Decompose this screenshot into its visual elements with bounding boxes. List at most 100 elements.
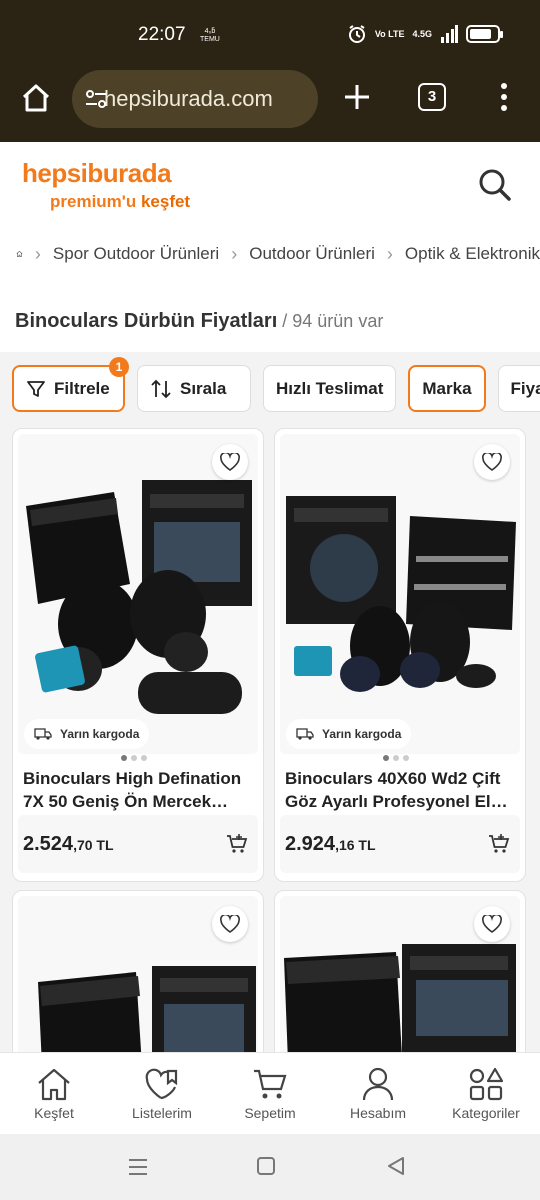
bottom-navigation: Keşfet Listelerim Sepetim Hesabım Katego…: [0, 1052, 540, 1134]
delivery-badge: Yarın kargoda: [24, 719, 150, 749]
price-chip[interactable]: Fiyat: [497, 365, 540, 412]
product-card[interactable]: Yarın kargoda Binoculars High Defination…: [12, 428, 264, 882]
tab-switcher-button[interactable]: 3: [418, 83, 446, 111]
system-home-icon[interactable]: [256, 1156, 276, 1176]
recent-apps-icon[interactable]: [128, 1158, 148, 1176]
filter-button[interactable]: Filtrele 1: [12, 357, 129, 412]
filter-count-badge: 1: [109, 357, 129, 377]
price-label: Fiyat: [510, 378, 540, 398]
heart-icon: [220, 453, 240, 471]
favorite-button[interactable]: [212, 906, 248, 942]
cart-icon: [254, 1069, 287, 1099]
nav-kesfet[interactable]: Keşfet: [0, 1053, 108, 1134]
search-icon[interactable]: [478, 168, 512, 202]
status-bar: 22:07 4₀ƃ TEMU Vo LTE 4.5G: [0, 0, 540, 70]
product-name[interactable]: Binoculars 40X60 Wd2 Çift Göz Ayarlı Pro…: [285, 767, 519, 813]
add-to-cart-icon[interactable]: [226, 833, 248, 855]
page-title: Binoculars Dürbün Fiyatları / 94 ürün va…: [15, 310, 383, 333]
breadcrumb-item[interactable]: Optik & Elektronik: [405, 244, 540, 264]
product-image: Yarın kargoda: [18, 434, 258, 754]
temu-notification-icon: 4₀ƃ TEMU: [200, 28, 220, 44]
temu-icon-top: 4₀ƃ: [204, 28, 216, 35]
premium-tagline-orange: premium'u: [50, 192, 137, 211]
product-image: [18, 896, 258, 1066]
nav-label: Kategoriler: [452, 1105, 520, 1121]
heart-list-icon: [145, 1068, 178, 1100]
chevron-right-icon: ›: [231, 243, 238, 264]
url-text: hepsiburada.com: [104, 86, 273, 111]
binoculars-product-photo: [280, 434, 520, 754]
price-row: 2.524,70 TL: [18, 815, 258, 873]
product-count: / 94 ürün var: [277, 311, 384, 331]
page-title-text: Binoculars Dürbün Fiyatları: [15, 310, 278, 332]
temu-icon-text: TEMU: [200, 36, 220, 43]
nav-label: Listelerim: [132, 1105, 192, 1121]
add-to-cart-icon[interactable]: [488, 833, 510, 855]
truck-icon: [34, 727, 52, 741]
battery-fill: [470, 29, 491, 39]
product-image: [280, 896, 520, 1066]
nav-sepetim[interactable]: Sepetim: [216, 1053, 324, 1134]
nav-hesabim[interactable]: Hesabım: [324, 1053, 432, 1134]
delivery-text: Yarın kargoda: [322, 727, 402, 741]
heart-icon: [482, 453, 502, 471]
premium-link[interactable]: premium'u keşfet: [50, 192, 190, 212]
fast-delivery-label: Hızlı Teslimat: [276, 378, 384, 398]
signal-label: 4.5G: [412, 28, 432, 39]
browser-toolbar: hepsiburada.com 3: [0, 70, 540, 142]
battery-icon: [466, 25, 503, 43]
price-integer: 2.524: [23, 833, 74, 855]
price-decimal: ,16 TL: [335, 837, 376, 853]
android-system-nav: [0, 1134, 540, 1200]
product-name[interactable]: Binoculars High Defination 7X 50 Geniş Ö…: [23, 767, 257, 813]
nav-listelerim[interactable]: Listelerim: [108, 1053, 216, 1134]
product-card[interactable]: [274, 890, 526, 1070]
image-pagination-dots: [383, 755, 409, 761]
alarm-icon: [348, 25, 365, 43]
nav-kategoriler[interactable]: Kategoriler: [432, 1053, 540, 1134]
product-price: 2.924,16 TL: [285, 833, 376, 856]
favorite-button[interactable]: [212, 444, 248, 480]
home-icon: [38, 1068, 70, 1101]
brand-chip[interactable]: Marka: [408, 365, 486, 412]
delivery-badge: Yarın kargoda: [286, 719, 412, 749]
image-pagination-dots: [121, 755, 147, 761]
chevron-right-icon: ›: [386, 243, 393, 264]
filter-chips: Filtrele 1 Sırala Hızlı Teslimat Marka F…: [12, 357, 540, 412]
new-tab-icon[interactable]: [342, 82, 372, 112]
back-icon[interactable]: [386, 1156, 406, 1176]
sort-icon: [150, 379, 172, 399]
nav-label: Hesabım: [349, 1105, 407, 1121]
favorite-button[interactable]: [474, 906, 510, 942]
brand-logo[interactable]: hepsiburada: [22, 158, 172, 189]
signal-icon: [441, 25, 458, 43]
menu-icon[interactable]: [494, 82, 514, 112]
price-decimal: ,70 TL: [73, 837, 114, 853]
product-card[interactable]: Yarın kargoda Binoculars 40X60 Wd2 Çift …: [274, 428, 526, 882]
home-icon[interactable]: [20, 82, 52, 114]
url-bar[interactable]: hepsiburada.com: [72, 70, 318, 128]
status-time: 22:07: [138, 24, 186, 45]
price-integer: 2.924: [285, 833, 336, 855]
heart-icon: [220, 915, 240, 933]
breadcrumb-home-icon[interactable]: [16, 240, 23, 268]
heart-icon: [482, 915, 502, 933]
breadcrumb-item[interactable]: Outdoor Ürünleri: [249, 244, 375, 264]
product-image: Yarın kargoda: [280, 434, 520, 754]
delivery-text: Yarın kargoda: [60, 727, 140, 741]
sort-button[interactable]: Sırala: [137, 365, 251, 412]
site-settings-icon[interactable]: [84, 87, 108, 111]
binoculars-product-photo: [18, 434, 258, 754]
breadcrumb-item[interactable]: Spor Outdoor Ürünleri: [53, 244, 219, 264]
product-card[interactable]: [12, 890, 264, 1070]
user-icon: [362, 1067, 394, 1101]
premium-tagline-dark: keşfet: [136, 192, 191, 211]
favorite-button[interactable]: [474, 444, 510, 480]
nav-label: Sepetim: [244, 1105, 296, 1121]
filter-icon: [26, 379, 46, 399]
chevron-right-icon: ›: [34, 243, 41, 264]
fast-delivery-chip[interactable]: Hızlı Teslimat: [263, 365, 397, 412]
status-icons: Vo LTE 4.5G: [347, 24, 503, 44]
nav-label: Keşfet: [34, 1105, 74, 1121]
product-price: 2.524,70 TL: [23, 833, 114, 856]
